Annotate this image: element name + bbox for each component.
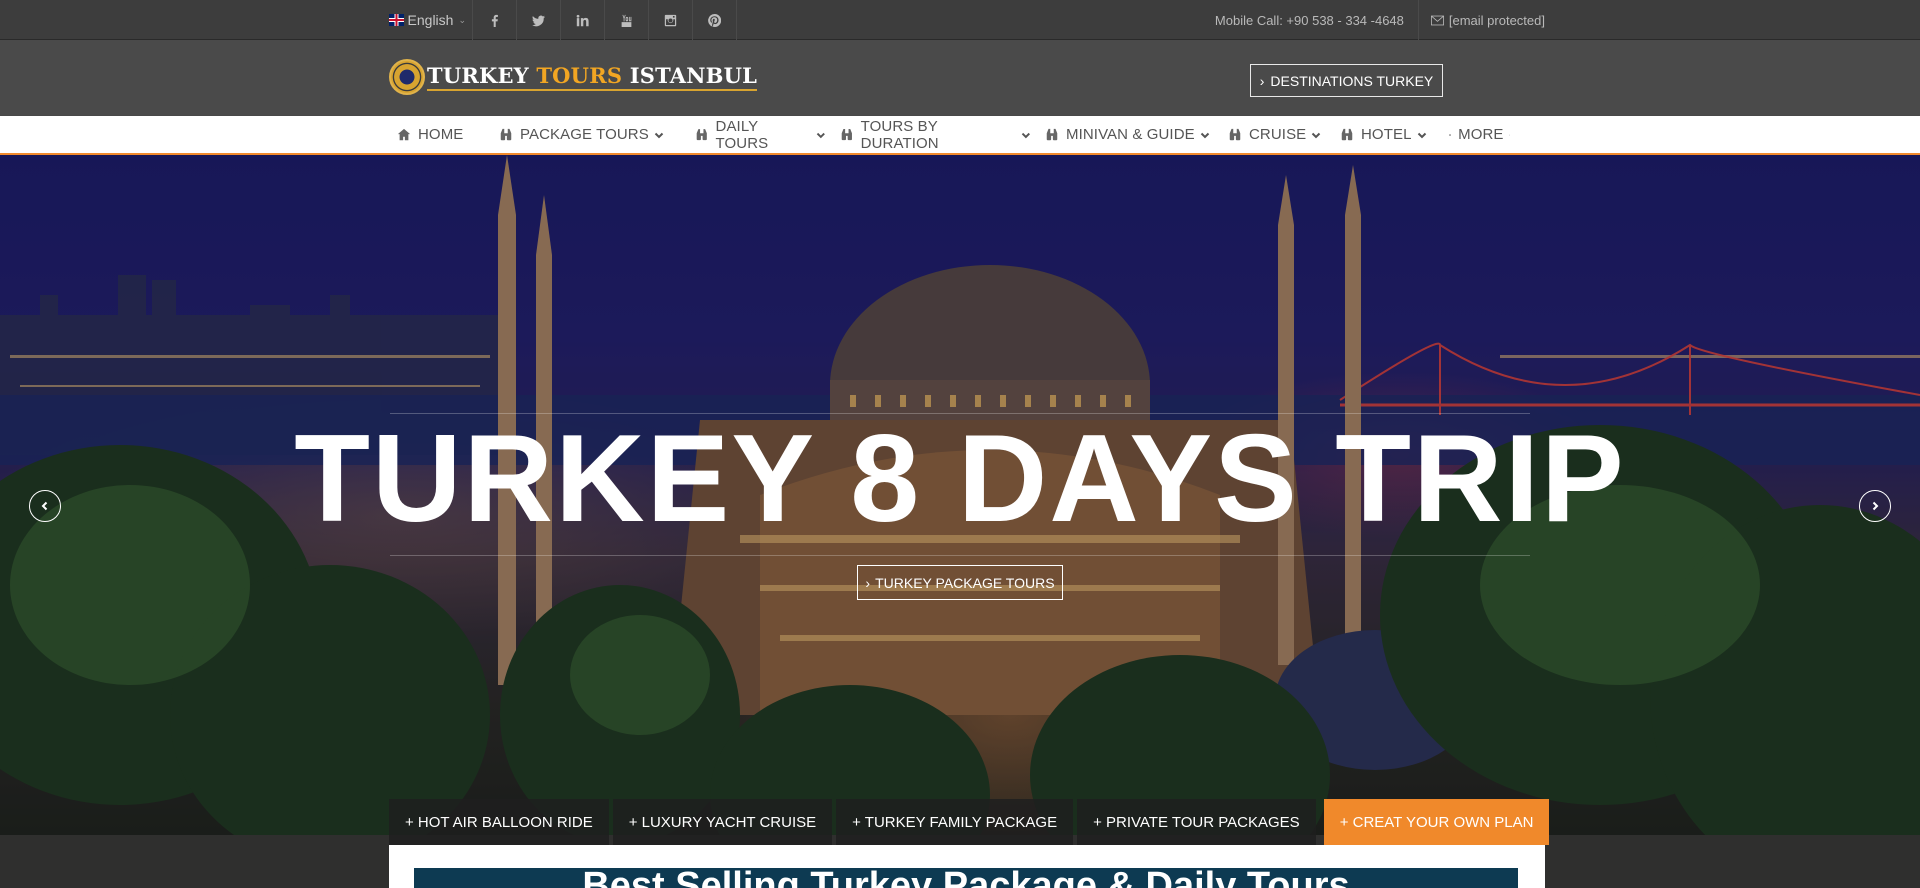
binoculars-icon: [1341, 128, 1353, 140]
nav-item-label: HOME: [418, 126, 464, 143]
hero-divider-bottom: [390, 555, 1530, 556]
chevron-down-icon: [817, 132, 826, 138]
binoculars-icon: [841, 128, 852, 140]
hero-slider: TURKEY 8 DAYS TRIP › TURKEY PACKAGE TOUR…: [0, 155, 1920, 888]
chevron-down-icon: [1312, 132, 1321, 138]
binoculars-icon: [500, 128, 512, 140]
section-title: Best Selling Turkey Package & Daily Tour…: [414, 868, 1518, 888]
slider-next-button[interactable]: [1859, 490, 1891, 522]
chevron-right-icon: [1872, 501, 1879, 511]
content-section: Best Selling Turkey Package & Daily Tour…: [389, 845, 1545, 888]
hero-title: TURKEY 8 DAYS TRIP: [294, 410, 1626, 548]
tab-creat-your-own-plan[interactable]: + CREAT YOUR OWN PLAN: [1323, 799, 1550, 845]
hero-button-label: TURKEY PACKAGE TOURS: [875, 574, 1055, 591]
nav-item-label: PACKAGE TOURS: [520, 126, 649, 143]
tab-luxury-yacht-cruise[interactable]: + LUXURY YACHT CRUISE: [612, 799, 833, 845]
chevron-down-icon: [654, 132, 664, 138]
site-logo[interactable]: TURKEY TOURS ISTANBUL: [389, 58, 758, 96]
nav-item-package-tours[interactable]: PACKAGE TOURS: [485, 116, 681, 153]
nav-item-label: HOTEL: [1361, 126, 1412, 143]
tab-turkey-family-package[interactable]: + TURKEY FAMILY PACKAGE: [836, 799, 1074, 845]
nav-item-minivan-guide[interactable]: MINIVAN & GUIDE: [1031, 116, 1214, 153]
logo-emblem-icon: [389, 59, 425, 95]
destinations-button[interactable]: › DESTINATIONS TURKEY: [1250, 64, 1443, 97]
instagram-icon[interactable]: [649, 0, 693, 40]
chevron-down-icon: [1508, 134, 1510, 136]
nav-item-label: DAILY TOURS: [715, 117, 769, 152]
pinterest-icon[interactable]: [693, 0, 737, 40]
binoculars-icon: [1229, 128, 1241, 140]
chevron-down-icon: ⌄: [458, 14, 466, 25]
destinations-button-label: DESTINATIONS TURKEY: [1270, 72, 1434, 89]
nav-item-label: MORE: [1458, 126, 1504, 143]
chevron-down-icon: [1417, 132, 1426, 138]
top-bar: English ⌄ Mobile Call: +90 538 - 334 -46…: [0, 0, 1920, 40]
mobile-call-text: Mobile Call: +90 538 - 334 -4648: [1215, 0, 1419, 40]
binoculars-icon: [1046, 128, 1058, 140]
chevron-right-icon: ›: [865, 574, 871, 591]
site-header: TURKEY TOURS ISTANBUL › DESTINATIONS TUR…: [0, 40, 1920, 116]
slider-prev-button[interactable]: [29, 490, 61, 522]
nav-item-daily-tours[interactable]: DAILY TOURS: [681, 116, 826, 153]
binoculars-icon: [1449, 133, 1451, 136]
twitter-icon[interactable]: [517, 0, 561, 40]
chevron-right-icon: ›: [1259, 72, 1265, 89]
email-text: [email protected]: [1448, 12, 1545, 28]
language-selector[interactable]: English ⌄: [389, 0, 473, 40]
nav-item-label: CRUISE: [1249, 126, 1307, 143]
logo-text: TURKEY TOURS ISTANBUL: [427, 63, 758, 91]
nav-item-label: TOURS BY DURATION: [860, 117, 939, 152]
nav-item-tours-by-duration[interactable]: TOURS BY DURATION: [826, 116, 1031, 153]
nav-item-cruise[interactable]: CRUISE: [1214, 116, 1326, 153]
tab-hot-air-balloon-ride[interactable]: + HOT AIR BALLOON RIDE: [389, 799, 609, 845]
chevron-left-icon: [41, 501, 48, 511]
binoculars-icon: [696, 128, 707, 140]
tour-category-tabs: + HOT AIR BALLOON RIDE + LUXURY YACHT CRU…: [389, 799, 1553, 845]
home-icon: [397, 128, 411, 140]
uk-flag-icon: [389, 14, 404, 26]
language-label: English: [407, 12, 454, 28]
nav-item-home[interactable]: HOME: [389, 116, 485, 153]
hero-package-tours-button[interactable]: › TURKEY PACKAGE TOURS: [857, 565, 1063, 600]
tab-private-tour-packages[interactable]: + PRIVATE TOUR PACKAGES: [1077, 799, 1316, 845]
nav-item-more[interactable]: MORE: [1435, 116, 1510, 153]
main-nav: HOME PACKAGE TOURS DAILY TOURS TOURS BY DUR…: [0, 116, 1920, 155]
linkedin-icon[interactable]: [561, 0, 605, 40]
facebook-icon[interactable]: [473, 0, 517, 40]
nav-item-hotel[interactable]: HOTEL: [1326, 116, 1435, 153]
chevron-down-icon: [1200, 132, 1209, 138]
envelope-icon: [1430, 15, 1444, 25]
chevron-down-icon: [1021, 132, 1031, 138]
youtube-icon[interactable]: [605, 0, 649, 40]
nav-item-label: MINIVAN & GUIDE: [1066, 126, 1195, 143]
section-banner: Best Selling Turkey Package & Daily Tour…: [414, 868, 1518, 888]
email-link[interactable]: [email protected]: [1419, 13, 1545, 28]
